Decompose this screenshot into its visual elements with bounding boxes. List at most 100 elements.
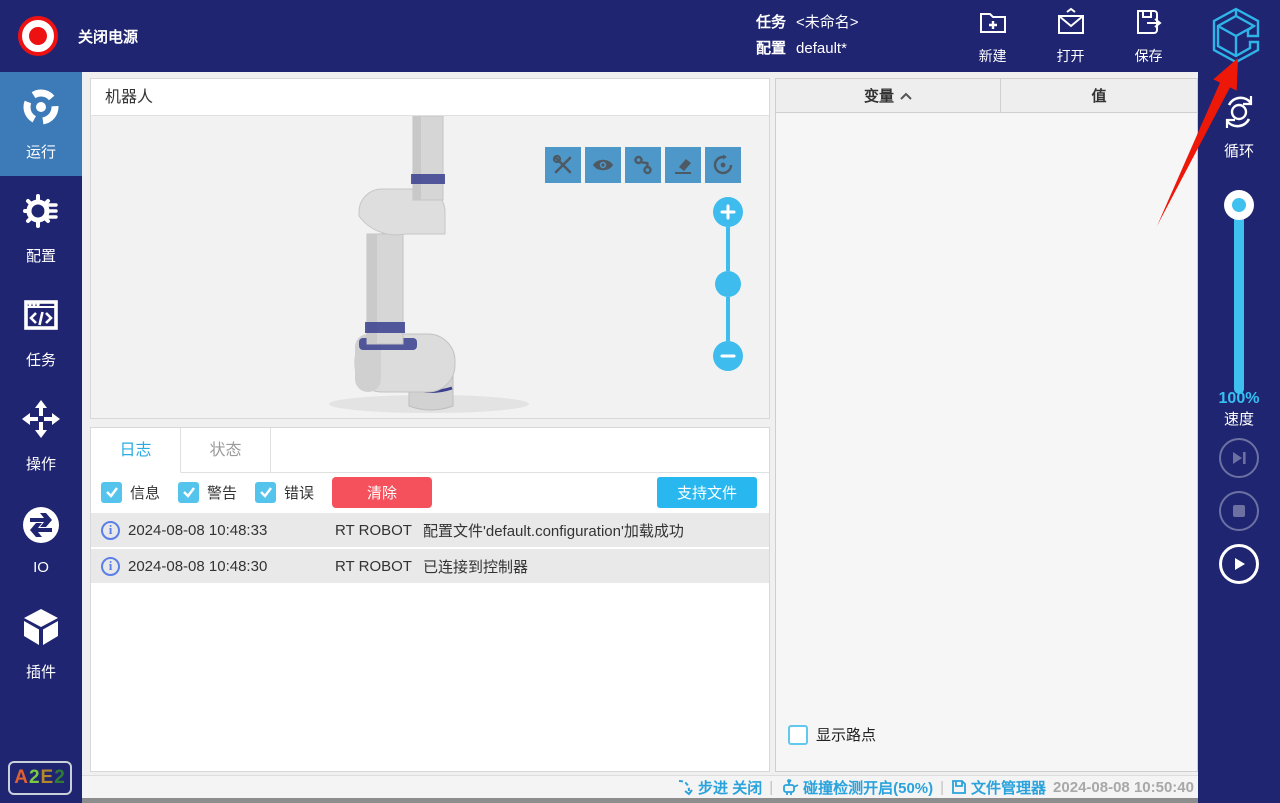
- gear-icon: [20, 190, 62, 237]
- open-task-button[interactable]: 打开: [1055, 6, 1087, 66]
- warning-checkbox[interactable]: [178, 482, 199, 503]
- step-mode-status[interactable]: 步进 关闭: [677, 777, 762, 798]
- log-source: RT ROBOT: [335, 522, 423, 539]
- info-icon: i: [101, 557, 120, 576]
- plus-icon: [720, 204, 736, 220]
- robot-panel: 机器人: [90, 78, 770, 419]
- path-icon: [631, 153, 655, 177]
- visibility-button[interactable]: [585, 147, 621, 183]
- log-entry-row[interactable]: i 2024-08-08 10:48:33 RT ROBOT 配置文件'defa…: [91, 513, 769, 547]
- sidebar-item-label: 插件: [26, 661, 56, 682]
- save-icon: [1133, 6, 1165, 43]
- window-bottom-strip: [82, 798, 1198, 803]
- eraser-button[interactable]: [665, 147, 701, 183]
- variable-table-header: 变量 值: [776, 79, 1197, 113]
- clear-log-button[interactable]: 清除: [332, 477, 432, 508]
- error-checkbox[interactable]: [255, 482, 276, 503]
- top-actions: 新建 打开 保存: [977, 6, 1165, 66]
- error-filter-label: 错误: [284, 482, 314, 503]
- speed-slider-track[interactable]: [1234, 202, 1244, 394]
- badge-char: 2: [54, 767, 66, 789]
- config-value: default*: [796, 36, 847, 62]
- stop-button[interactable]: [1219, 491, 1259, 531]
- sidebar-item-label: 运行: [26, 141, 56, 162]
- collision-detection-label: 碰撞检测开启(50%): [803, 777, 933, 798]
- sidebar-item-operate[interactable]: 操作: [0, 384, 82, 488]
- info-filter-label: 信息: [130, 482, 160, 503]
- show-waypoints-row: 显示路点: [776, 724, 876, 745]
- loop-mode-button[interactable]: 循环: [1198, 90, 1280, 161]
- play-icon: [1230, 555, 1248, 573]
- new-task-button[interactable]: 新建: [977, 6, 1009, 66]
- step-forward-icon: [1229, 448, 1249, 468]
- variable-column-header[interactable]: 变量: [776, 79, 1001, 112]
- sidebar-item-config[interactable]: 配置: [0, 176, 82, 280]
- task-label: 任务: [756, 10, 786, 36]
- tab-log[interactable]: 日志: [91, 428, 181, 473]
- file-manager-button[interactable]: 文件管理器: [951, 777, 1046, 798]
- tab-bar-filler: [271, 428, 769, 473]
- io-icon: [20, 504, 62, 551]
- tab-status[interactable]: 状态: [181, 428, 271, 473]
- new-task-label: 新建: [979, 46, 1007, 66]
- sidebar-item-task[interactable]: 任务: [0, 280, 82, 384]
- robot-3d-viewport[interactable]: [91, 116, 769, 418]
- tools-button[interactable]: [545, 147, 581, 183]
- badge-char: A: [14, 767, 29, 789]
- power-label: 关闭电源: [78, 26, 138, 47]
- open-task-label: 打开: [1057, 46, 1085, 66]
- run-icon: [20, 86, 62, 133]
- variable-column-label: 变量: [864, 85, 894, 106]
- log-time: 2024-08-08 10:48:33: [128, 522, 293, 539]
- save-task-button[interactable]: 保存: [1133, 6, 1165, 66]
- file-manager-icon: [951, 779, 967, 795]
- check-icon: [182, 485, 196, 499]
- zoom-slider-track[interactable]: [726, 227, 730, 271]
- collision-detection-status[interactable]: 碰撞检测开启(50%): [780, 777, 933, 798]
- log-message: 已连接到控制器: [423, 556, 769, 577]
- info-checkbox[interactable]: [101, 482, 122, 503]
- zoom-in-button[interactable]: [713, 197, 743, 227]
- log-panel: 日志 状态 信息 警告 错误 清除 支持文件 i 2024-08-08 10:4…: [90, 427, 770, 772]
- sidebar-item-io[interactable]: IO: [0, 488, 82, 592]
- collision-robot-icon: [780, 779, 799, 796]
- play-button[interactable]: [1219, 544, 1259, 584]
- stop-icon: [1231, 503, 1247, 519]
- value-column-label: 值: [1091, 85, 1106, 106]
- sidebar-item-run[interactable]: 运行: [0, 72, 82, 176]
- trajectory-button[interactable]: [625, 147, 661, 183]
- badge-char: 2: [29, 767, 41, 789]
- viewport-zoom-control: [713, 197, 743, 371]
- reset-view-button[interactable]: [705, 147, 741, 183]
- log-time: 2024-08-08 10:48:30: [128, 558, 293, 575]
- open-icon: [1055, 6, 1087, 43]
- sidebar-item-plugin[interactable]: 插件: [0, 592, 82, 696]
- version-badge: A 2 E 2: [8, 761, 72, 795]
- save-task-label: 保存: [1135, 46, 1163, 66]
- move-arrows-icon: [20, 398, 62, 445]
- log-message: 配置文件'default.configuration'加载成功: [423, 520, 769, 541]
- support-files-button[interactable]: 支持文件: [657, 477, 757, 508]
- variable-panel: 变量 值 显示路点: [775, 78, 1198, 772]
- speed-percent: 100%: [1198, 388, 1280, 409]
- log-entry-row[interactable]: i 2024-08-08 10:48:30 RT ROBOT 已连接到控制器: [91, 549, 769, 583]
- zoom-slider-track[interactable]: [726, 297, 730, 341]
- sidebar-item-label: IO: [33, 559, 49, 576]
- info-icon: i: [101, 521, 120, 540]
- step-forward-button[interactable]: [1219, 438, 1259, 478]
- status-timestamp: 2024-08-08 10:50:40: [1053, 779, 1194, 796]
- config-label: 配置: [756, 36, 786, 62]
- status-separator: |: [940, 779, 944, 796]
- zoom-out-button[interactable]: [713, 341, 743, 371]
- power-button[interactable]: [18, 16, 58, 56]
- power-icon: [29, 27, 47, 45]
- zoom-slider-handle[interactable]: [715, 271, 741, 297]
- show-waypoints-checkbox[interactable]: [788, 725, 808, 745]
- minus-icon: [720, 348, 736, 364]
- speed-slider-handle-core: [1232, 198, 1246, 212]
- value-column-header[interactable]: 值: [1001, 79, 1197, 112]
- log-tab-bar: 日志 状态: [91, 428, 769, 473]
- sidebar-item-label: 配置: [26, 245, 56, 266]
- speed-slider-handle[interactable]: [1224, 190, 1254, 220]
- viewport-toolbar: [545, 147, 741, 183]
